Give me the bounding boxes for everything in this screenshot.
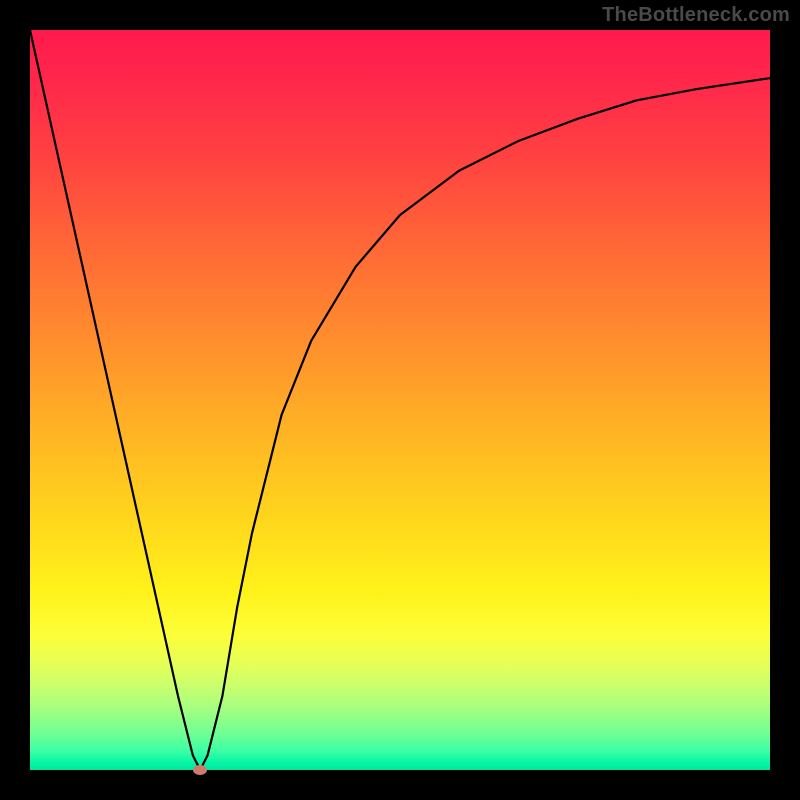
curve-path bbox=[30, 30, 770, 770]
bottleneck-curve bbox=[30, 30, 770, 770]
watermark-text: TheBottleneck.com bbox=[602, 4, 790, 27]
chart-frame: TheBottleneck.com bbox=[0, 0, 800, 800]
optimum-marker bbox=[193, 765, 207, 775]
plot-area bbox=[30, 30, 770, 770]
